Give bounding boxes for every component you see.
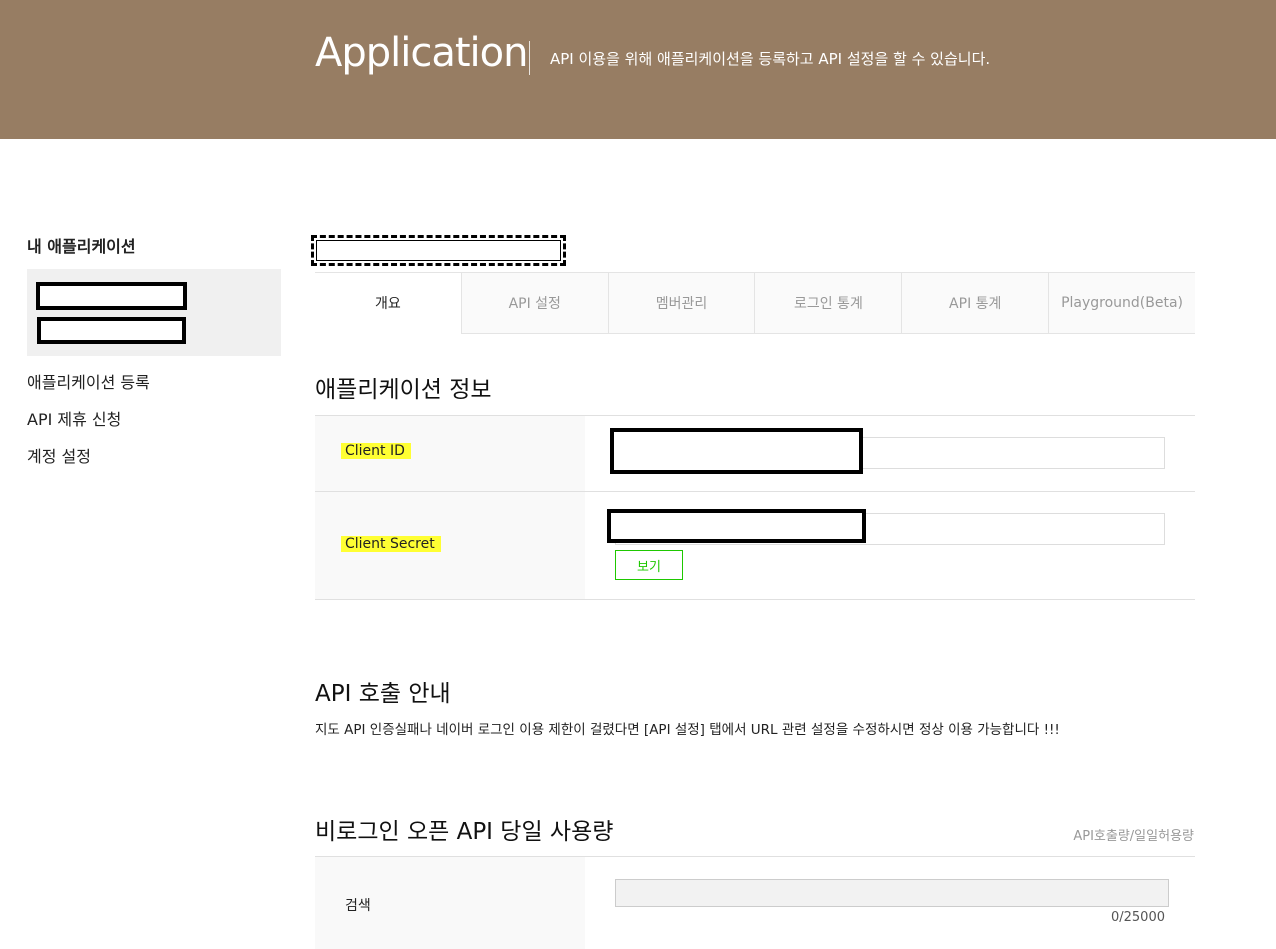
redacted-app-item-2[interactable] (37, 317, 186, 344)
client-id-row: Client ID (315, 416, 1195, 492)
app-info-table: Client ID Client Secret 보기 (315, 415, 1195, 600)
client-id-label: Client ID (341, 443, 411, 459)
redacted-client-id (610, 428, 863, 474)
redacted-client-secret (607, 509, 866, 543)
sidebar-link-api-partnership[interactable]: API 제휴 신청 (27, 406, 121, 430)
tab-api-stats[interactable]: API 통계 (901, 273, 1049, 334)
tab-api-settings[interactable]: API 설정 (460, 273, 608, 334)
usage-row-search: 검색 0/25000 (315, 857, 1195, 949)
tab-overview[interactable]: 개요 (315, 273, 461, 334)
page-title: Application (315, 30, 528, 76)
client-secret-label-cell: Client Secret (315, 492, 585, 599)
view-secret-button[interactable]: 보기 (615, 550, 683, 580)
header-divider (529, 41, 530, 75)
sidebar-link-register-app[interactable]: 애플리케이션 등록 (27, 369, 150, 393)
tab-login-stats[interactable]: 로그인 통계 (754, 273, 902, 334)
usage-note: API호출량/일일허용량 (1073, 829, 1194, 844)
client-secret-label: Client Secret (341, 536, 441, 552)
api-guide-text: 지도 API 인증실패나 네이버 로그인 이용 제한이 걸렸다면 [API 설정… (315, 722, 1060, 738)
tab-bar: 개요 API 설정 멤버관리 로그인 통계 API 통계 Playground(… (315, 272, 1195, 334)
my-applications-list (27, 269, 281, 356)
usage-search-label: 검색 (345, 898, 371, 914)
tab-playground[interactable]: Playground(Beta) (1048, 273, 1195, 334)
usage-search-gauge (615, 879, 1169, 907)
client-secret-row: Client Secret 보기 (315, 492, 1195, 600)
usage-search-count: 0/25000 (1110, 910, 1165, 925)
usage-table: 검색 0/25000 (315, 856, 1195, 949)
usage-title: 비로그인 오픈 API 당일 사용량 (315, 819, 614, 845)
header-description: API 이용을 위해 애플리케이션을 등록하고 API 설정을 할 수 있습니다… (550, 50, 991, 68)
api-guide-title: API 호출 안내 (315, 681, 451, 707)
client-id-label-cell: Client ID (315, 416, 585, 491)
page-header: Application API 이용을 위해 애플리케이션을 등록하고 API … (0, 0, 1276, 139)
usage-search-label-cell: 검색 (315, 857, 585, 949)
sidebar-link-account-settings[interactable]: 계정 설정 (27, 443, 91, 467)
sidebar-title: 내 애플리케이션 (27, 237, 136, 256)
tab-member-management[interactable]: 멤버관리 (607, 273, 755, 334)
redacted-app-name (311, 235, 566, 266)
redacted-app-item-1[interactable] (36, 282, 187, 310)
app-info-title: 애플리케이션 정보 (315, 377, 492, 403)
